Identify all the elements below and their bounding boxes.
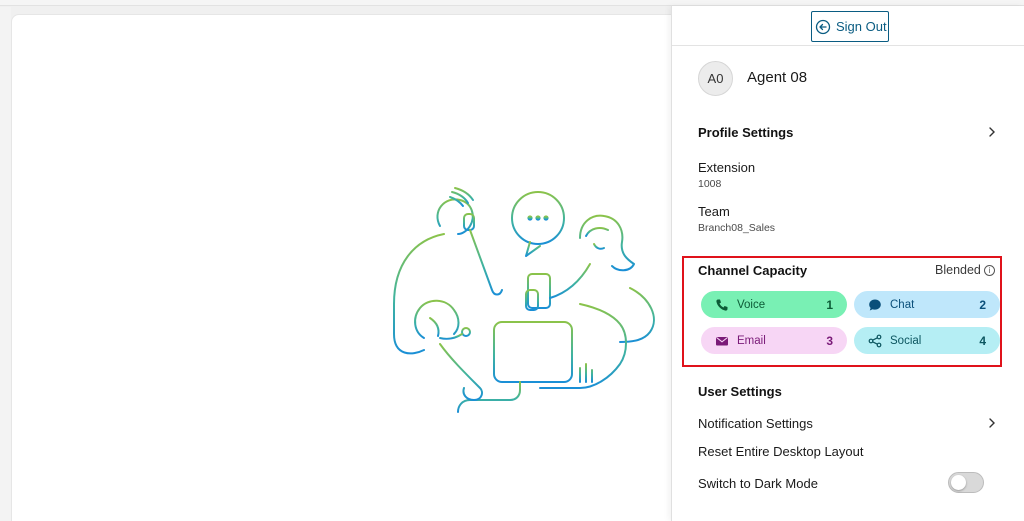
channel-social: Social 4 — [854, 327, 1000, 354]
channel-count: 1 — [826, 297, 833, 312]
profile-settings-link[interactable]: Profile Settings — [698, 125, 793, 140]
dark-mode-label: Switch to Dark Mode — [698, 476, 818, 491]
toggle-knob — [951, 475, 966, 490]
channel-email: Email 3 — [701, 327, 847, 354]
channel-capacity-title: Channel Capacity — [698, 263, 808, 278]
user-settings-title: User Settings — [698, 384, 782, 399]
reset-desktop-layout-link[interactable]: Reset Entire Desktop Layout — [698, 444, 863, 459]
phone-icon — [716, 299, 728, 311]
sign-out-label: Sign Out — [836, 19, 887, 34]
channel-label: Social — [890, 334, 922, 347]
avatar: A0 — [698, 61, 733, 96]
agent-name: Agent 08 — [747, 69, 808, 86]
channel-label: Chat — [890, 298, 915, 311]
sign-out-icon — [815, 19, 831, 34]
panel-header: Sign Out — [672, 6, 1024, 46]
team-value: Branch08_Sales — [698, 222, 776, 234]
channel-count: 3 — [826, 333, 833, 348]
channel-label: Email — [737, 334, 766, 347]
channel-voice: Voice 1 — [701, 291, 847, 318]
dark-mode-toggle[interactable] — [948, 472, 984, 493]
left-edge — [0, 7, 11, 521]
chevron-right-icon[interactable] — [987, 127, 997, 137]
envelope-icon — [716, 336, 728, 345]
chevron-right-icon[interactable] — [987, 418, 997, 428]
capacity-mode: Blended i — [935, 263, 995, 277]
channel-count: 4 — [979, 333, 986, 348]
share-icon — [868, 334, 882, 347]
agents-illustration — [393, 187, 655, 413]
channel-chat: Chat 2 — [854, 291, 1000, 318]
capacity-mode-label: Blended — [935, 263, 981, 277]
user-profile-panel: Sign Out A0 Agent 08 Profile Settings Ex… — [671, 6, 1024, 521]
extension-label: Extension — [698, 160, 756, 175]
info-icon[interactable]: i — [983, 264, 995, 276]
sign-out-button[interactable]: Sign Out — [811, 11, 889, 42]
channel-count: 2 — [979, 297, 986, 312]
chat-bubble-icon — [869, 299, 881, 310]
extension-value: 1008 — [698, 178, 722, 190]
team-label: Team — [698, 204, 730, 219]
notification-settings-link[interactable]: Notification Settings — [698, 416, 813, 431]
channel-label: Voice — [737, 298, 766, 311]
